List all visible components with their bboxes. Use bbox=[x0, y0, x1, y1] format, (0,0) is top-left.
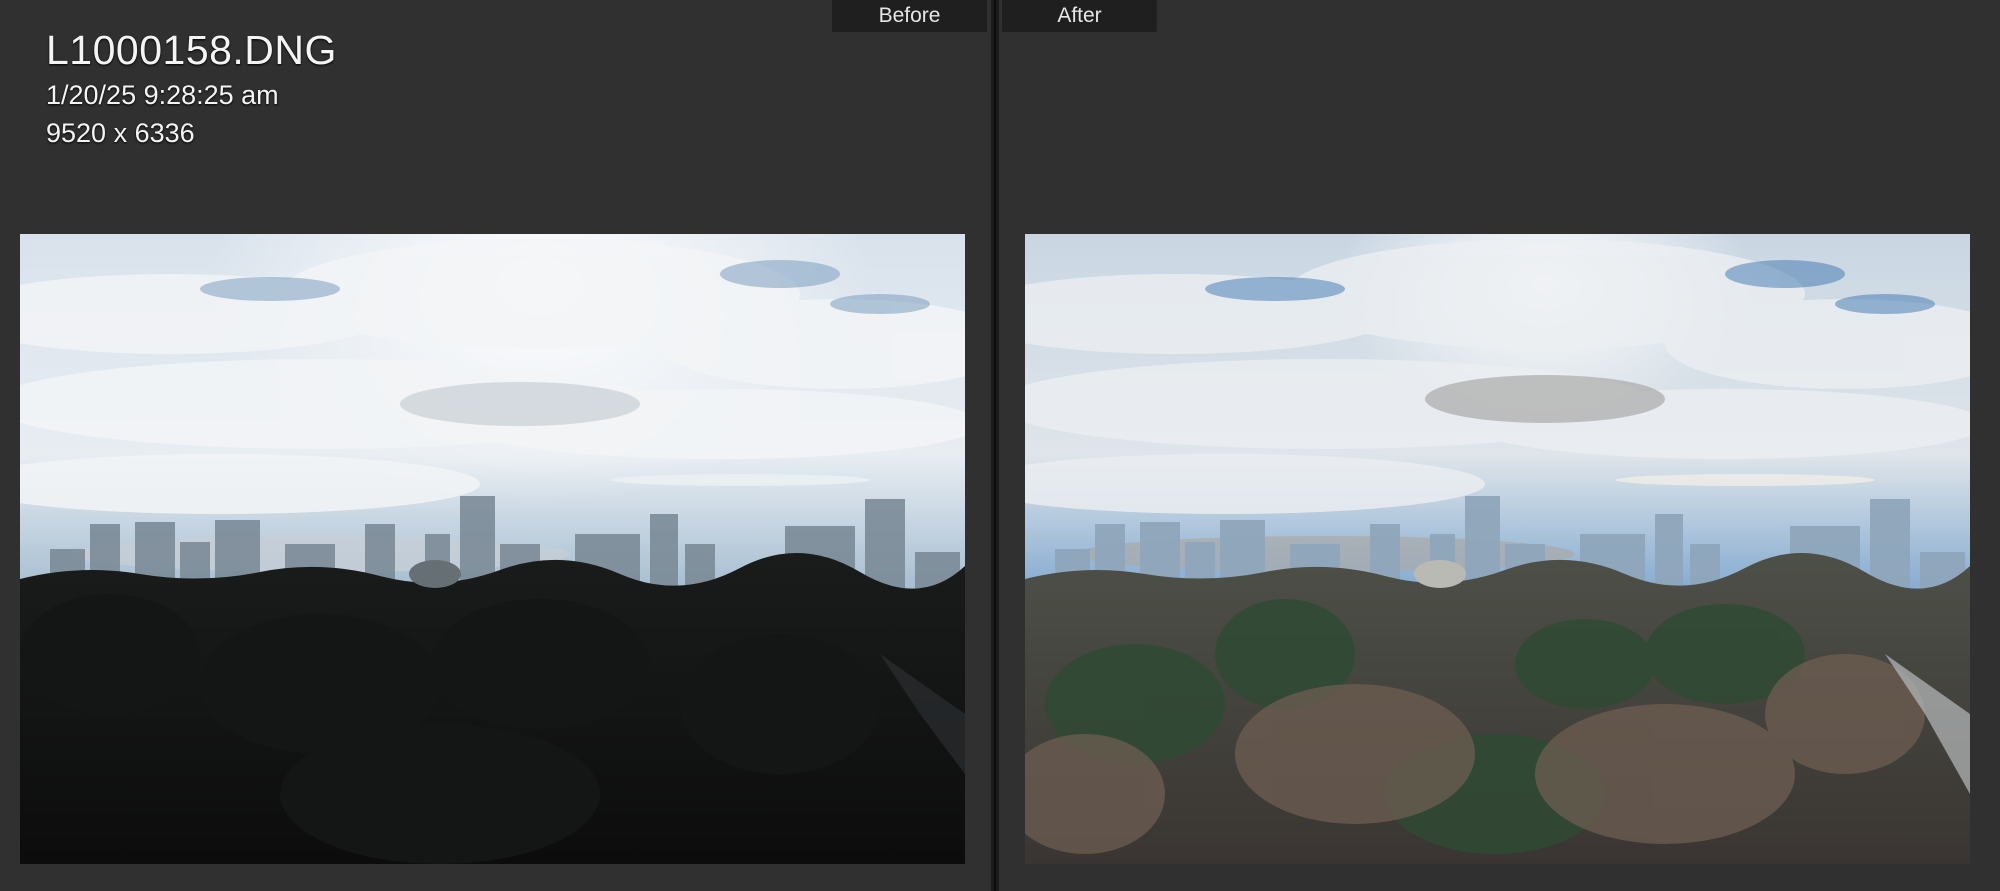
before-photo-image bbox=[20, 234, 965, 864]
split-divider-line bbox=[994, 0, 996, 891]
after-photo-image bbox=[1025, 234, 1970, 864]
file-name: L1000158.DNG bbox=[46, 27, 337, 73]
after-label: After bbox=[1002, 0, 1157, 32]
before-label: Before bbox=[832, 0, 987, 32]
before-photo[interactable] bbox=[20, 234, 965, 864]
photo-info-overlay: L1000158.DNG 1/20/25 9:28:25 am 9520 x 6… bbox=[46, 24, 337, 152]
after-photo[interactable] bbox=[1025, 234, 1970, 864]
image-dimensions: 9520 x 6336 bbox=[46, 118, 195, 148]
capture-datetime: 1/20/25 9:28:25 am bbox=[46, 80, 279, 110]
